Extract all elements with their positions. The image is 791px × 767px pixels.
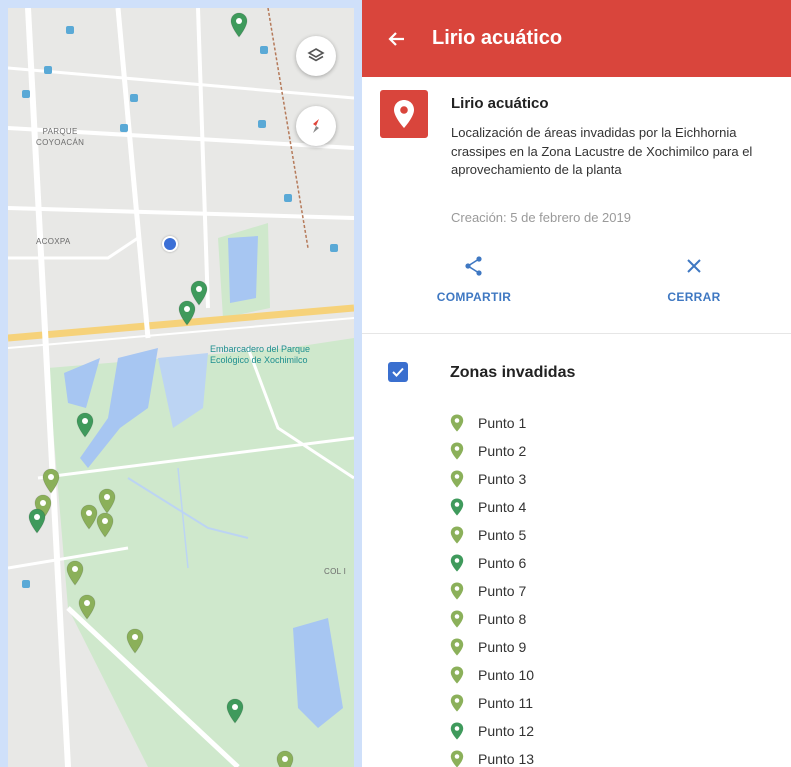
map-marker-icon[interactable] bbox=[42, 468, 60, 494]
compass-icon bbox=[313, 119, 319, 133]
point-label: Punto 3 bbox=[478, 471, 527, 487]
point-item[interactable]: Punto 3 bbox=[450, 465, 534, 493]
map-marker-icon[interactable] bbox=[78, 594, 96, 620]
point-item[interactable]: Punto 11 bbox=[450, 689, 534, 717]
point-item[interactable]: Punto 4 bbox=[450, 493, 534, 521]
map-marker-icon bbox=[450, 470, 464, 488]
map-area-label: ACOXPA bbox=[36, 237, 71, 246]
point-item[interactable]: Punto 5 bbox=[450, 521, 534, 549]
map-marker-icon[interactable] bbox=[178, 300, 196, 326]
point-label: Punto 5 bbox=[478, 527, 527, 543]
transit-stop-icon bbox=[44, 66, 52, 74]
point-item[interactable]: Punto 6 bbox=[450, 549, 534, 577]
current-location-dot bbox=[162, 236, 178, 252]
point-label: Punto 11 bbox=[478, 695, 534, 711]
share-icon bbox=[465, 256, 482, 276]
map-area-label: PARQUE COYOACÁN bbox=[36, 127, 85, 147]
map-marker-icon bbox=[450, 582, 464, 600]
transit-stop-icon bbox=[260, 46, 268, 54]
compass-button[interactable] bbox=[296, 106, 336, 146]
point-item[interactable]: Punto 10 bbox=[450, 661, 534, 689]
point-label: Punto 6 bbox=[478, 555, 527, 571]
points-list: Punto 1 Punto 2 Punto 3 Punto 4 Punto 5 Punto… bbox=[450, 409, 534, 767]
map-marker-icon bbox=[450, 498, 464, 516]
map-marker-icon bbox=[450, 666, 464, 684]
map-marker-icon bbox=[450, 610, 464, 628]
close-icon bbox=[687, 259, 701, 273]
check-icon bbox=[392, 367, 404, 377]
point-item[interactable]: Punto 9 bbox=[450, 633, 534, 661]
layers-icon bbox=[307, 48, 325, 62]
transit-stop-icon bbox=[130, 94, 138, 102]
point-label: Punto 7 bbox=[478, 583, 527, 599]
point-label: Punto 13 bbox=[478, 751, 535, 767]
point-item[interactable]: Punto 13 bbox=[450, 745, 534, 767]
point-label: Punto 4 bbox=[478, 499, 527, 515]
point-item[interactable]: Punto 12 bbox=[450, 717, 534, 745]
close-label: CERRAR bbox=[667, 290, 721, 304]
map-marker-icon[interactable] bbox=[126, 628, 144, 654]
page-title: Lirio acuático bbox=[432, 27, 563, 49]
map-marker-icon[interactable] bbox=[66, 560, 84, 586]
layer-name: Zonas invadidas bbox=[450, 364, 576, 381]
map-area-label: COL I bbox=[324, 567, 347, 576]
point-label: Punto 10 bbox=[478, 667, 535, 683]
transit-stop-icon bbox=[22, 580, 30, 588]
map-marker-icon bbox=[450, 722, 464, 740]
map-marker-icon[interactable] bbox=[226, 698, 244, 724]
transit-stop-icon bbox=[22, 90, 30, 98]
layers-button[interactable] bbox=[296, 36, 336, 76]
actions-bar: COMPARTIR CERRAR bbox=[362, 255, 791, 325]
divider bbox=[362, 333, 791, 334]
map-marker-icon bbox=[450, 442, 464, 460]
transit-stop-icon bbox=[120, 124, 128, 132]
back-button[interactable] bbox=[362, 0, 432, 77]
map-marker-icon bbox=[450, 638, 464, 656]
point-label: Punto 1 bbox=[478, 415, 527, 431]
point-item[interactable]: Punto 7 bbox=[450, 577, 534, 605]
map-marker-icon[interactable] bbox=[98, 488, 116, 514]
map-title: Lirio acuático bbox=[451, 95, 549, 112]
map-marker-icon[interactable] bbox=[76, 412, 94, 438]
layer-detail-panel: Lirio acuático Lirio acuático Localizaci… bbox=[362, 0, 791, 767]
transit-stop-icon bbox=[258, 120, 266, 128]
point-item[interactable]: Punto 8 bbox=[450, 605, 534, 633]
map-marker-icon bbox=[450, 750, 464, 767]
map-marker-icon bbox=[450, 554, 464, 572]
share-label: COMPARTIR bbox=[436, 290, 512, 304]
map-pin-icon bbox=[394, 100, 414, 128]
transit-stop-icon bbox=[66, 26, 74, 34]
share-button[interactable]: COMPARTIR bbox=[414, 255, 534, 304]
arrow-left-icon bbox=[388, 31, 404, 46]
point-item[interactable]: Punto 1 bbox=[450, 409, 534, 437]
layer-checkbox[interactable] bbox=[388, 362, 408, 382]
transit-stop-icon bbox=[284, 194, 292, 202]
point-label: Punto 12 bbox=[478, 723, 535, 739]
creation-date: Creación: 5 de febrero de 2019 bbox=[451, 210, 631, 225]
map-marker-icon bbox=[450, 414, 464, 432]
map-marker-icon[interactable] bbox=[276, 750, 294, 767]
map-marker-icon bbox=[450, 526, 464, 544]
map-pin-icon-box bbox=[380, 90, 428, 138]
map-view[interactable]: PARQUE COYOACÁN ACOXPA COL I Embarcadero… bbox=[8, 8, 354, 767]
map-marker-icon[interactable] bbox=[28, 508, 46, 534]
point-item[interactable]: Punto 2 bbox=[450, 437, 534, 465]
point-label: Punto 8 bbox=[478, 611, 527, 627]
transit-stop-icon bbox=[330, 244, 338, 252]
point-label: Punto 9 bbox=[478, 639, 527, 655]
map-marker-icon[interactable] bbox=[230, 12, 248, 38]
map-marker-icon[interactable] bbox=[96, 512, 114, 538]
map-marker-icon bbox=[450, 694, 464, 712]
app-bar: Lirio acuático bbox=[362, 0, 791, 77]
map-description: Localización de áreas invadidas por la E… bbox=[451, 125, 753, 177]
point-label: Punto 2 bbox=[478, 443, 527, 459]
poi-label[interactable]: Embarcadero del Parque Ecológico de Xoch… bbox=[210, 344, 310, 366]
close-button[interactable]: CERRAR bbox=[634, 255, 754, 304]
